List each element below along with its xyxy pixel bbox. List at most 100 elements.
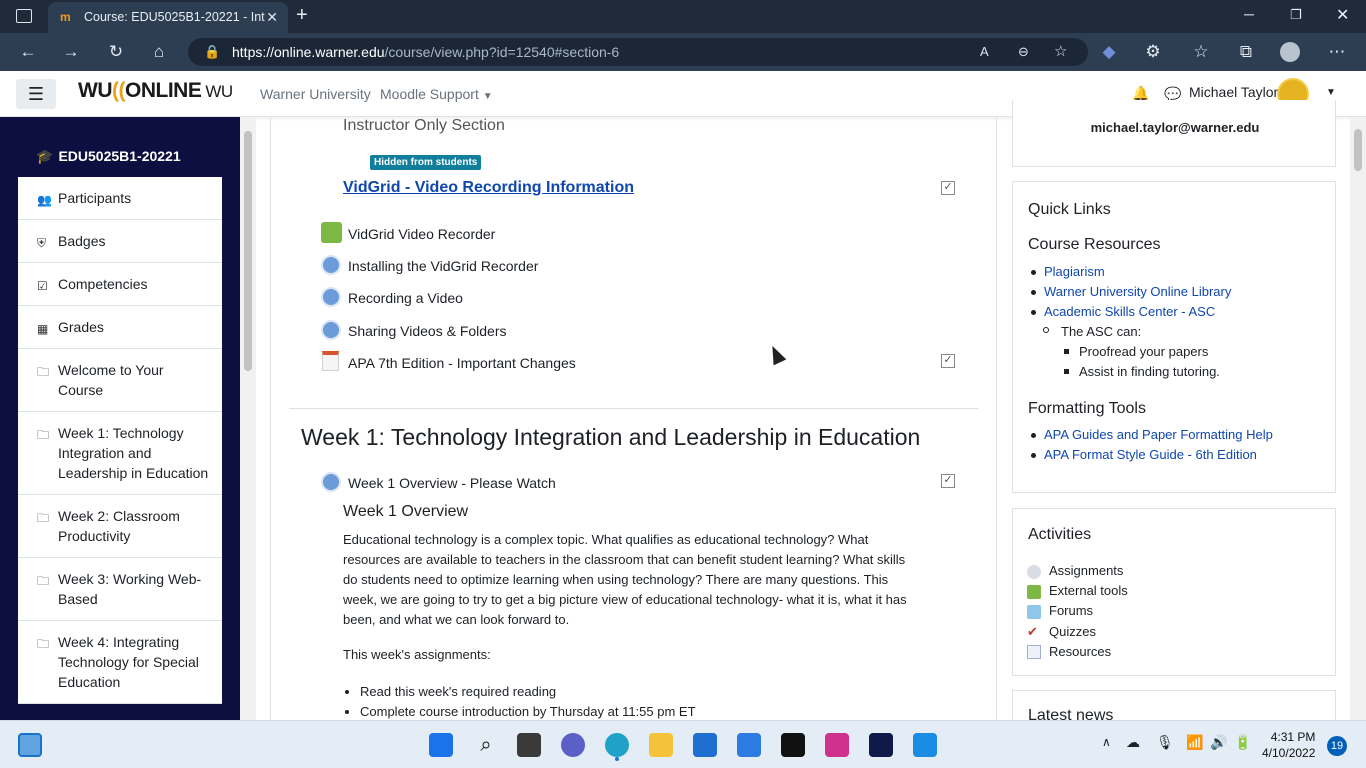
resource-link-library[interactable]: Warner University Online Library (1044, 282, 1231, 302)
activity-link[interactable]: VidGrid Video Recorder (348, 226, 495, 242)
page-scrollbar-thumb[interactable] (1354, 129, 1362, 171)
users-icon: 👥 (37, 193, 52, 207)
mail-icon[interactable] (737, 733, 761, 757)
activity-link-assignments[interactable]: Assignments (1049, 563, 1123, 578)
extension-icon[interactable]: ◆ (1098, 42, 1120, 62)
file-explorer-icon[interactable] (649, 733, 673, 757)
home-icon[interactable]: ⌂ (148, 42, 170, 62)
activity-link-forums[interactable]: Forums (1049, 603, 1093, 618)
picsart-icon[interactable] (825, 733, 849, 757)
back-icon[interactable]: ← (17, 42, 39, 62)
zoom-icon[interactable] (913, 733, 937, 757)
resource-link-asc[interactable]: Academic Skills Center - ASC (1044, 302, 1215, 322)
drawer-item-week-3[interactable]: 🗀 Week 3: Working Web-Based (18, 558, 222, 621)
edge-browser-icon[interactable] (605, 733, 629, 757)
read-aloud-icon[interactable]: A (980, 38, 989, 66)
task-manager-icon[interactable] (517, 733, 541, 757)
teams-chat-icon[interactable] (561, 733, 585, 757)
completion-checkbox[interactable]: ✓ (941, 354, 955, 368)
browser-tab[interactable]: m Course: EDU5025B1-20221 - Int ✕ (48, 2, 288, 33)
course-content: Instructor Only Section Hidden from stud… (270, 117, 997, 720)
completion-checkbox[interactable]: ✓ (941, 474, 955, 488)
chevron-up-icon[interactable]: ∧ (1102, 735, 1111, 749)
drawer-item-grades[interactable]: ▦ Grades (18, 306, 222, 349)
search-icon[interactable]: ⌕ (474, 733, 498, 757)
url-path: /course/view.php?id=12540#section-6 (384, 44, 620, 60)
disney-plus-icon[interactable] (869, 733, 893, 757)
tab-actions-icon[interactable] (16, 9, 32, 23)
formatting-link-apa-guides[interactable]: APA Guides and Paper Formatting Help (1044, 425, 1273, 445)
latest-news-title: Latest news (1028, 707, 1114, 720)
drawer-item-competencies[interactable]: ☑ Competencies (18, 263, 222, 306)
drawer-item-week-2[interactable]: 🗀 Week 2: Classroom Productivity (18, 495, 222, 558)
assignments-list: Read this week's required reading Comple… (360, 682, 696, 720)
address-bar[interactable]: 🔒 https://online.warner.edu/course/view.… (188, 38, 1088, 66)
forward-icon[interactable]: → (60, 42, 82, 62)
notification-count[interactable]: 19 (1327, 736, 1347, 756)
taskbar-clock[interactable]: 4:31 PM 4/10/2022 (1262, 729, 1315, 761)
drawer-toggle-button[interactable]: ☰ (16, 79, 56, 109)
list-item: Read this week's required reading (360, 682, 696, 702)
activity-link-external-tools[interactable]: External tools (1049, 583, 1128, 598)
drawer-item-welcome[interactable]: 🗀 Welcome to Your Course (18, 349, 222, 412)
task-view-icon[interactable] (18, 733, 42, 757)
pluto-tv-icon[interactable] (781, 733, 805, 757)
collections-icon[interactable]: ⧉ (1235, 42, 1257, 62)
section-divider (289, 408, 979, 409)
quiz-icon: ✔ (1027, 624, 1038, 639)
wifi-icon[interactable]: 📶 (1186, 734, 1203, 751)
minimize-icon[interactable]: ─ (1244, 6, 1254, 22)
nav-link-warner-university[interactable]: Warner University (260, 86, 371, 102)
asc-item: Assist in finding tutoring. (1079, 364, 1220, 379)
drawer-item-participants[interactable]: 👥 Participants (18, 177, 222, 220)
activity-link[interactable]: Sharing Videos & Folders (348, 323, 507, 339)
new-tab-icon[interactable]: + (296, 4, 308, 27)
latest-news-block: Latest news (1012, 690, 1336, 720)
drawer-item-week-4[interactable]: 🗀 Week 4: Integrating Technology for Spec… (18, 621, 222, 704)
store-icon[interactable] (693, 733, 717, 757)
activity-link-quizzes[interactable]: Quizzes (1049, 624, 1096, 639)
nav-link-moodle-support[interactable]: Moodle Support ▼ (380, 86, 493, 102)
page-scrollbar[interactable] (1350, 117, 1366, 720)
user-menu-caret-icon[interactable]: ▼ (1326, 87, 1336, 98)
quick-links-title: Quick Links (1028, 201, 1111, 218)
vidgrid-info-link[interactable]: VidGrid - Video Recording Information (343, 179, 634, 197)
restore-icon[interactable]: ❐ (1290, 7, 1302, 23)
puzzle-icon (321, 222, 342, 243)
close-window-icon[interactable]: ✕ (1336, 5, 1349, 25)
cloud-icon[interactable]: ☁ (1126, 734, 1140, 751)
start-icon[interactable] (429, 733, 453, 757)
activity-link[interactable]: Week 1 Overview - Please Watch (348, 475, 556, 491)
battery-icon[interactable]: 🔋 (1234, 734, 1251, 751)
formatting-link-apa-style[interactable]: APA Format Style Guide - 6th Edition (1044, 445, 1257, 465)
course-title[interactable]: 🎓 EDU5025B1-20221 (36, 148, 181, 165)
completion-checkbox[interactable]: ✓ (941, 181, 955, 195)
activity-link-resources[interactable]: Resources (1049, 644, 1111, 659)
profile-icon[interactable] (1280, 42, 1300, 62)
favorite-star-icon[interactable]: ☆ (1054, 38, 1067, 66)
close-tab-icon[interactable]: ✕ (266, 2, 278, 33)
microphone-icon[interactable]: 🎙 (1156, 734, 1174, 751)
drawer-item-week-1[interactable]: 🗀 Week 1: Technology Integration and Lead… (18, 412, 222, 495)
user-name[interactable]: Michael Taylor (1189, 84, 1278, 100)
puzzle-icon (1027, 585, 1041, 599)
forum-icon (1027, 605, 1041, 619)
drawer-scrollbar-thumb[interactable] (244, 131, 252, 371)
resource-link-plagiarism[interactable]: Plagiarism (1044, 262, 1105, 282)
folder-icon: 🗀 (37, 428, 50, 442)
folder-icon: 🗀 (37, 574, 50, 588)
zoom-icon[interactable]: ⊖ (1018, 38, 1029, 66)
refresh-icon[interactable]: ↻ (105, 42, 127, 62)
drawer-scrollbar[interactable] (240, 117, 256, 720)
volume-icon[interactable]: 🔊 (1210, 734, 1227, 751)
drawer-item-badges[interactable]: ⛨ Badges (18, 220, 222, 263)
moodle-icon: m (60, 10, 71, 24)
favorites-icon[interactable]: ☆ (1190, 42, 1212, 62)
site-logo[interactable]: WU((ONLINE WU (78, 79, 233, 103)
activity-link[interactable]: APA 7th Edition - Important Changes (348, 355, 576, 371)
more-icon[interactable]: ⋯ (1326, 42, 1348, 62)
lock-icon[interactable]: 🔒 (204, 38, 220, 66)
activity-link[interactable]: Recording a Video (348, 290, 463, 306)
extensions-puzzle-icon[interactable]: ⚙ (1142, 42, 1164, 62)
activity-link[interactable]: Installing the VidGrid Recorder (348, 258, 538, 274)
